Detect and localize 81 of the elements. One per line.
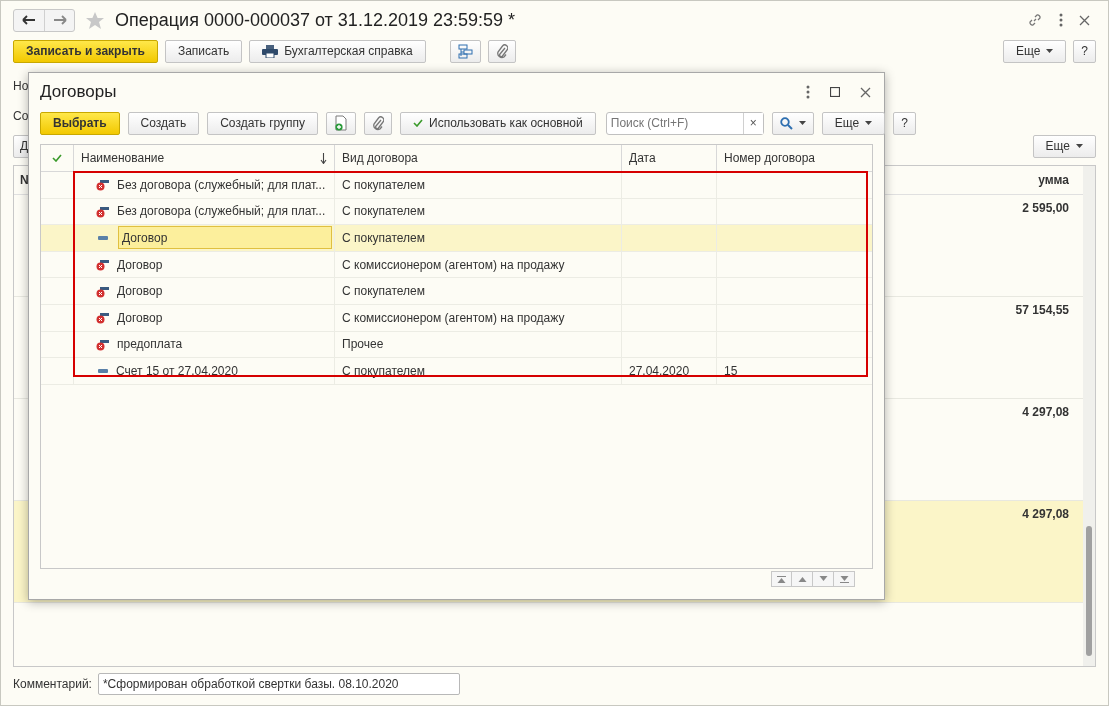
up-icon [797,576,807,582]
attach-button[interactable] [364,111,393,135]
table-cell: 15 [724,363,738,378]
caret-icon [1076,144,1083,148]
table-row[interactable]: Договор С покупателем [41,225,872,252]
structure-button[interactable] [449,39,481,63]
star-icon[interactable] [85,10,105,30]
amount-cell-text: 2 595,00 [1022,201,1069,217]
column-header: умма [1038,173,1069,187]
table-cell: С комиссионером (агентом) на продажу [342,257,565,272]
dialog-title: Договоры [40,82,118,102]
name-cell[interactable]: Без договора (служебный; для плат... [117,204,326,219]
help-button[interactable]: ? [1073,39,1096,63]
last-button[interactable] [834,571,855,587]
maximize-icon[interactable] [830,87,840,97]
more-button[interactable]: Еще [1002,39,1067,63]
toolbar-button[interactable]: Создать группу [207,111,319,135]
print-button[interactable]: Бухгалтерская справка [249,39,426,63]
more-icon[interactable] [1059,13,1063,27]
field-label: Но [13,79,29,93]
name-cell[interactable]: Договор [117,257,163,272]
more-icon[interactable] [806,85,810,99]
scrollbar[interactable] [1083,166,1095,666]
column-header: N [20,173,29,187]
printer-icon [262,44,279,58]
back-arrow-icon [22,15,36,25]
first-button[interactable] [771,571,792,587]
caret-icon [798,121,806,125]
table-cell: С покупателем [342,231,426,245]
use-as-main-button[interactable]: Использовать как основной [400,111,596,135]
paperclip-icon [372,115,385,131]
table-cell: С покупателем [342,204,426,219]
more-button[interactable]: Еще [821,111,886,135]
search-field[interactable]: Поиск (Ctrl+F) × [605,111,764,135]
link-icon[interactable] [1027,12,1043,28]
paperclip-icon [495,43,508,59]
check-icon [52,154,62,162]
table-cell: Прочее [342,337,384,352]
name-cell[interactable]: Договор [117,310,163,325]
close-icon[interactable] [1079,14,1090,26]
name-cell[interactable]: предоплата [117,337,183,352]
caret-icon [1046,49,1054,53]
forward-arrow-icon [52,15,67,25]
structure-icon [457,43,473,59]
check-icon [413,119,424,127]
name-cell[interactable]: Договор [117,284,163,299]
primary-button[interactable]: Записать и закрыть [13,39,158,63]
search-icon [779,116,793,130]
name-cell[interactable]: Договор [118,226,332,250]
window-title: Операция 0000-000037 от 31.12.2019 23:59:59 * [115,9,517,31]
more-button[interactable]: Еще [1032,134,1096,158]
table-cell: С комиссионером (агентом) на продажу [342,310,565,325]
close-icon[interactable] [860,86,871,98]
table-cell: 27.04.2020 [629,363,690,378]
search-button[interactable] [771,111,814,135]
table-cell: С покупателем [342,363,426,378]
clear-button[interactable]: × [742,112,763,134]
down-button[interactable] [813,571,834,587]
amount-cell-text: 4 297,08 [1022,507,1069,523]
toolbar-button[interactable]: Записать [164,39,243,63]
table-row[interactable]: Договор С покупателем [41,278,872,305]
first-icon [777,575,786,583]
amount-cell-text: 57 154,55 [1015,303,1069,319]
last-icon [839,575,849,583]
name-cell[interactable]: Без договора (служебный; для плат... [117,177,326,192]
attach-button[interactable] [487,39,516,63]
caret-icon [865,121,873,125]
table-cell: С покупателем [342,284,426,299]
toolbar-button[interactable]: Создать [127,111,200,135]
field-label: Со [13,109,29,123]
name-cell[interactable]: Счет 15 от 27.04.2020 [116,363,238,378]
add-button[interactable] [326,111,357,135]
add-document-icon [334,115,349,131]
down-icon [818,576,828,582]
primary-button[interactable]: Выбрать [40,111,120,135]
comment-label: Комментарий: [13,677,92,691]
amount-cell-text: 4 297,08 [1022,405,1069,421]
comment-field[interactable]: *Сформирован обработкой свертки базы. 08.10.2020 [97,673,460,695]
help-button[interactable]: ? [893,111,916,135]
up-button[interactable] [792,571,813,587]
table-cell: С покупателем [342,177,426,192]
